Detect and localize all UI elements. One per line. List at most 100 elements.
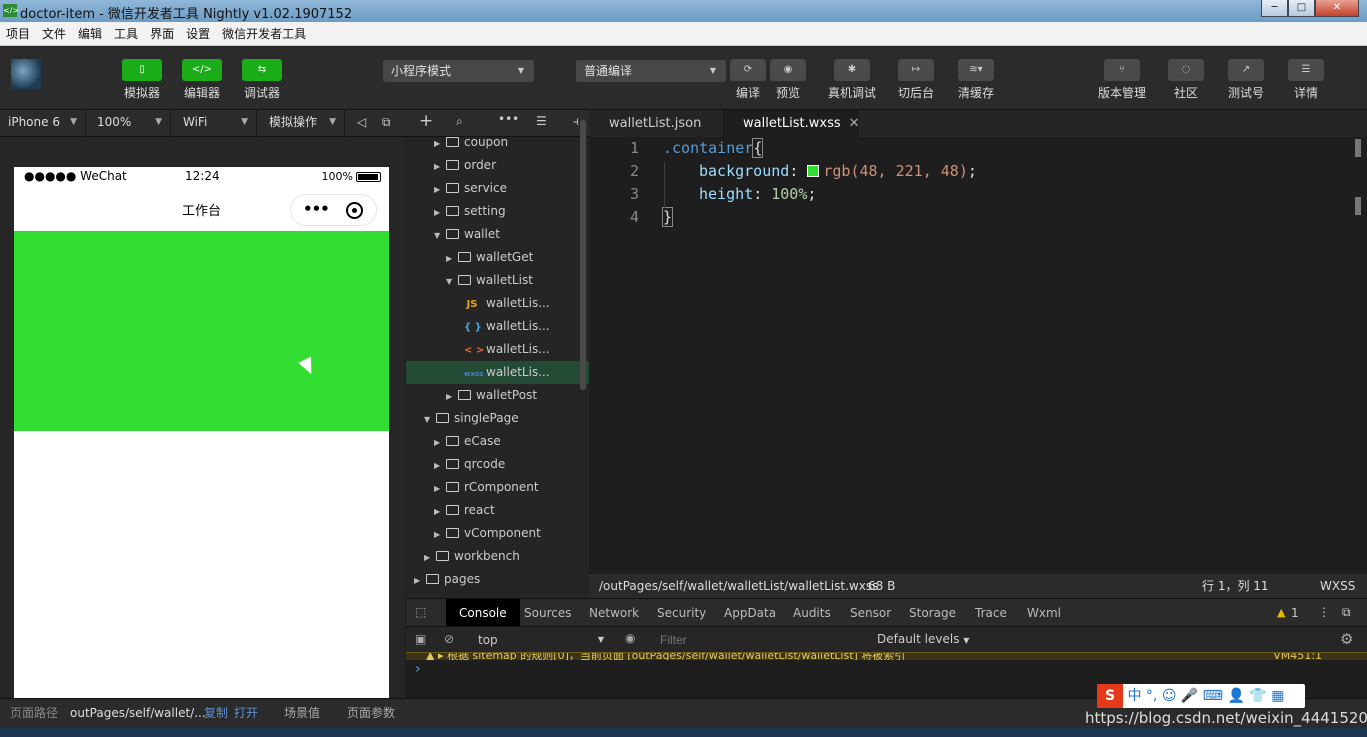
tree-folder-coupon[interactable]: ▶ coupon: [406, 137, 589, 154]
editor-scrollbar-marker[interactable]: [1355, 197, 1361, 215]
tree-file-json[interactable]: { } walletLis...: [406, 315, 589, 338]
tree-folder-workbench[interactable]: ▶ workbench: [406, 545, 589, 568]
mode-select[interactable]: 小程序模式 ▼: [383, 60, 534, 82]
clear-cache-button[interactable]: ≋▾ 清缓存: [946, 59, 1006, 101]
chevron-right-icon[interactable]: ▶: [434, 178, 444, 201]
add-file-icon[interactable]: +: [419, 111, 433, 131]
tree-folder-order[interactable]: ▶ order: [406, 154, 589, 177]
cursor-position[interactable]: 行 1，列 11: [1202, 574, 1269, 598]
tree-folder-setting[interactable]: ▶ setting: [406, 200, 589, 223]
chevron-down-icon[interactable]: ▼: [434, 224, 444, 247]
scene-value-button[interactable]: 场景值: [284, 699, 320, 728]
console-filter-input[interactable]: [656, 630, 866, 650]
menu-project[interactable]: 项目: [0, 22, 36, 46]
tree-folder-walletGet[interactable]: ▶ walletGet: [406, 246, 589, 269]
menu-view[interactable]: 界面: [144, 22, 180, 46]
sim-ops-select[interactable]: 模拟操作 ▼: [261, 110, 345, 137]
tab-sensor[interactable]: Sensor: [850, 599, 891, 627]
background-button[interactable]: ↦ 切后台: [886, 59, 946, 101]
tree-folder-qrcode[interactable]: ▶ qrcode: [406, 453, 589, 476]
clear-console-icon[interactable]: ⊘: [444, 632, 454, 646]
page-params-button[interactable]: 页面参数: [347, 699, 395, 728]
chevron-right-icon[interactable]: ▶: [446, 247, 456, 270]
ime-skin-icon[interactable]: 👕: [1249, 688, 1266, 704]
tree-file-wxml[interactable]: < > walletLis...: [406, 338, 589, 361]
maximize-button[interactable]: □: [1288, 0, 1315, 17]
tab-audits[interactable]: Audits: [793, 599, 831, 627]
open-link[interactable]: 打开: [234, 699, 258, 728]
close-target-icon[interactable]: [346, 202, 363, 219]
levels-select[interactable]: Default levels ▼: [877, 632, 969, 646]
volume-icon[interactable]: ◁: [357, 115, 366, 129]
more-dots-icon[interactable]: •••: [303, 200, 330, 218]
compile-select[interactable]: 普通编译 ▼: [576, 60, 726, 82]
close-tab-icon[interactable]: ✕: [849, 116, 860, 131]
chevron-down-icon[interactable]: ▼: [446, 270, 456, 293]
tree-folder-vComponent[interactable]: ▶ vComponent: [406, 522, 589, 545]
menu-tools[interactable]: 工具: [108, 22, 144, 46]
details-button[interactable]: ☰ 详情: [1276, 59, 1336, 101]
tree-scrollbar[interactable]: [580, 120, 586, 390]
community-button[interactable]: ◌ 社区: [1156, 59, 1216, 101]
close-button[interactable]: ✕: [1315, 0, 1359, 17]
remote-debug-button[interactable]: ✱ 真机调试: [822, 59, 882, 101]
ime-chinese-toggle[interactable]: 中: [1127, 688, 1141, 704]
tab-appdata[interactable]: AppData: [724, 599, 776, 627]
ime-emoji-icon[interactable]: ☺: [1162, 688, 1177, 704]
tab-walletlist-json[interactable]: walletList.json: [589, 110, 721, 137]
undock-icon[interactable]: ⧉: [1342, 605, 1351, 620]
simulator-button[interactable]: ▯ 模拟器: [112, 59, 172, 101]
inspect-icon[interactable]: ⬚: [415, 605, 426, 619]
console-warning[interactable]: ▲ ▸ 根据 sitemap 的规则[0]，当前页面 [outPages/sel…: [406, 652, 1367, 660]
menu-file[interactable]: 文件: [36, 22, 72, 46]
chevron-right-icon[interactable]: ▶: [414, 569, 424, 592]
sogou-logo-icon[interactable]: S: [1097, 684, 1123, 708]
chevron-right-icon[interactable]: ▶: [434, 500, 444, 523]
editor-button[interactable]: </> 编辑器: [172, 59, 232, 101]
user-avatar[interactable]: [11, 59, 41, 89]
editor-scrollbar[interactable]: [1355, 139, 1361, 157]
tree-folder-service[interactable]: ▶ service: [406, 177, 589, 200]
test-account-button[interactable]: ↗ 测试号: [1216, 59, 1276, 101]
tab-storage[interactable]: Storage: [909, 599, 956, 627]
rotate-icon[interactable]: ⧉: [382, 115, 391, 130]
language-mode[interactable]: WXSS: [1320, 574, 1355, 598]
tree-folder-rComponent[interactable]: ▶ rComponent: [406, 476, 589, 499]
minimize-button[interactable]: ─: [1261, 0, 1288, 17]
tab-trace[interactable]: Trace: [975, 599, 1007, 627]
tree-folder-eCase[interactable]: ▶ eCase: [406, 430, 589, 453]
version-button[interactable]: ⑂ 版本管理: [1092, 59, 1152, 101]
tab-sources[interactable]: Sources: [524, 599, 571, 627]
gear-icon[interactable]: ⚙: [1340, 630, 1353, 648]
menu-wechat-devtools[interactable]: 微信开发者工具: [216, 22, 312, 46]
eye-icon[interactable]: ◉: [625, 631, 635, 645]
tree-file-js[interactable]: JS walletLis...: [406, 292, 589, 315]
network-select[interactable]: WiFi ▼: [175, 110, 257, 137]
tree-folder-singlePage[interactable]: ▼ singlePage: [406, 407, 589, 430]
debugger-button[interactable]: ⇆ 调试器: [232, 59, 292, 101]
tab-wxml[interactable]: Wxml: [1027, 599, 1061, 627]
sidebar-toggle-icon[interactable]: ▣: [415, 632, 426, 646]
context-select[interactable]: top ▼: [472, 630, 608, 650]
chevron-right-icon[interactable]: ▶: [424, 546, 434, 569]
warning-icon[interactable]: ▲: [1277, 606, 1285, 619]
ime-punct-icon[interactable]: °,: [1146, 688, 1157, 704]
console-prompt[interactable]: ›: [415, 661, 421, 677]
tree-folder-pages[interactable]: ▶ pages: [406, 568, 589, 591]
menu-settings[interactable]: 设置: [180, 22, 216, 46]
color-swatch[interactable]: [807, 165, 820, 177]
chevron-right-icon[interactable]: ▶: [434, 201, 444, 224]
ime-keyboard-icon[interactable]: ⌨: [1203, 688, 1223, 704]
warning-source-link[interactable]: VM451:1: [1273, 653, 1322, 660]
chevron-right-icon[interactable]: ▶: [434, 477, 444, 500]
tree-folder-walletPost[interactable]: ▶ walletPost: [406, 384, 589, 407]
chevron-down-icon[interactable]: ▼: [424, 408, 434, 431]
zoom-select[interactable]: 100% ▼: [89, 110, 171, 137]
device-select[interactable]: iPhone 6 ▼: [0, 110, 86, 137]
preview-button[interactable]: ◉ 预览: [758, 59, 818, 101]
chevron-right-icon[interactable]: ▶: [446, 385, 456, 408]
tree-folder-wallet[interactable]: ▼ wallet: [406, 223, 589, 246]
collapse-icon[interactable]: ☰: [536, 114, 547, 128]
tab-security[interactable]: Security: [657, 599, 706, 627]
chevron-right-icon[interactable]: ▶: [434, 454, 444, 477]
